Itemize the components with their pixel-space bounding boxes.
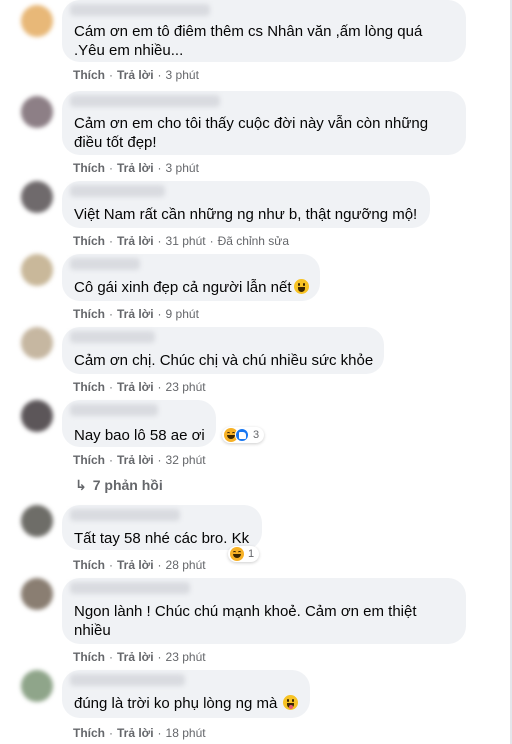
comment-bubble: Việt Nam rất cần những ng như b, thật ng… (62, 181, 430, 228)
like-link[interactable]: Thích (73, 726, 105, 740)
comment-bubble: Nay bao lô 58 ae ơi (62, 400, 216, 447)
like-link[interactable]: Thích (73, 68, 105, 82)
view-replies-link[interactable]: ↳ 7 phản hồi (75, 477, 163, 494)
commenter-name-redacted[interactable] (70, 258, 140, 270)
comment-text: Tất tay 58 nhé các bro. Kk (74, 530, 250, 547)
comment-bubble: Cô gái xinh đẹp cả người lẫn nết (62, 254, 320, 301)
like-link[interactable]: Thích (73, 161, 105, 175)
reply-link[interactable]: Trả lời (117, 68, 154, 82)
grinning-emoji-icon (293, 279, 309, 294)
avatar[interactable] (21, 400, 53, 432)
comment-timestamp[interactable]: 18 phút (166, 726, 206, 740)
comment-text-content: Cô gái xinh đẹp cả người lẫn nết (74, 279, 292, 296)
reply-link[interactable]: Trả lời (117, 307, 154, 321)
commenter-name-redacted[interactable] (70, 95, 220, 107)
comment-bubble: Cảm ơn chị. Chúc chị và chú nhiều sức kh… (62, 327, 384, 374)
avatar[interactable] (21, 254, 53, 286)
comment-actions: Thích · Trả lời · 31 phút · Đã chỉnh sửa (73, 234, 289, 248)
comment-bubble: Cám ơn em tô điêm thêm cs Nhân văn ,ấm l… (62, 0, 466, 62)
avatar[interactable] (21, 181, 53, 213)
reply-link[interactable]: Trả lời (117, 161, 154, 175)
reaction-summary[interactable]: 3 (222, 427, 265, 443)
comment-feed: Cám ơn em tô điêm thêm cs Nhân văn ,ấm l… (0, 0, 512, 744)
avatar[interactable] (21, 505, 53, 537)
reply-link[interactable]: Trả lời (117, 726, 154, 740)
avatar[interactable] (21, 327, 53, 359)
comment-timestamp[interactable]: 23 phút (166, 380, 206, 394)
comment-text: Cảm ơn em cho tôi thấy cuộc đời này vẫn … (74, 115, 429, 151)
comment-actions: Thích · Trả lời · 3 phút (73, 68, 199, 82)
comment-text: đúng là trời ko phụ lòng ng mà (74, 694, 299, 713)
comment-text: Cám ơn em tô điêm thêm cs Nhân văn ,ấm l… (74, 23, 423, 59)
avatar[interactable] (21, 578, 53, 610)
comment-timestamp[interactable]: 3 phút (166, 161, 199, 175)
comment-text: Ngon lành ! Chúc chú mạnh khoẻ. Cảm ơn e… (74, 603, 417, 639)
like-link[interactable]: Thích (73, 453, 105, 467)
comment-actions: Thích · Trả lời · 18 phút (73, 726, 206, 740)
like-link[interactable]: Thích (73, 650, 105, 664)
comment-timestamp[interactable]: 32 phút (166, 453, 206, 467)
reaction-summary[interactable]: 1 (228, 546, 260, 562)
comment-text-content: đúng là trời ko phụ lòng ng mà (74, 695, 278, 712)
comment-actions: Thích · Trả lời · 32 phút (73, 453, 206, 467)
comment-actions: Thích · Trả lời · 3 phút (73, 161, 199, 175)
like-link[interactable]: Thích (73, 558, 105, 572)
comment-actions: Thích · Trả lời · 28 phút (73, 558, 206, 572)
comment-actions: Thích · Trả lời · 23 phút (73, 380, 206, 394)
comment-actions: Thích · Trả lời · 23 phút (73, 650, 206, 664)
commenter-name-redacted[interactable] (70, 509, 180, 521)
reaction-count: 3 (253, 429, 260, 441)
comment-timestamp[interactable]: 9 phút (166, 307, 199, 321)
edited-label[interactable]: Đã chỉnh sửa (218, 234, 289, 248)
reaction-count: 1 (248, 548, 255, 560)
like-link[interactable]: Thích (73, 307, 105, 321)
comment-timestamp[interactable]: 3 phút (166, 68, 199, 82)
comment-text: Việt Nam rất cần những ng như b, thật ng… (74, 206, 418, 223)
comment-timestamp[interactable]: 31 phút (166, 234, 206, 248)
commenter-name-redacted[interactable] (70, 4, 210, 16)
comment-bubble: Cảm ơn em cho tôi thấy cuộc đời này vẫn … (62, 91, 466, 155)
reply-link[interactable]: Trả lời (117, 558, 154, 572)
like-link[interactable]: Thích (73, 234, 105, 248)
commenter-name-redacted[interactable] (70, 674, 185, 686)
comment-bubble: Tất tay 58 nhé các bro. Kk (62, 505, 262, 550)
haha-reaction-icon (230, 547, 244, 561)
replies-label[interactable]: 7 phản hồi (93, 477, 163, 493)
avatar[interactable] (21, 670, 53, 702)
comment-timestamp[interactable]: 23 phút (166, 650, 206, 664)
comment-text: Cảm ơn chị. Chúc chị và chú nhiều sức kh… (74, 352, 374, 369)
commenter-name-redacted[interactable] (70, 331, 155, 343)
reply-link[interactable]: Trả lời (117, 234, 154, 248)
avatar[interactable] (21, 96, 53, 128)
comment-text: Cô gái xinh đẹp cả người lẫn nết (74, 278, 309, 297)
reply-link[interactable]: Trả lời (117, 650, 154, 664)
comment-bubble: Ngon lành ! Chúc chú mạnh khoẻ. Cảm ơn e… (62, 578, 466, 644)
comment-bubble: đúng là trời ko phụ lòng ng mà (62, 670, 310, 718)
commenter-name-redacted[interactable] (70, 185, 165, 197)
reply-link[interactable]: Trả lời (117, 380, 154, 394)
commenter-name-redacted[interactable] (70, 582, 190, 594)
avatar[interactable] (21, 5, 53, 37)
comment-text: Nay bao lô 58 ae ơi (74, 427, 205, 444)
commenter-name-redacted[interactable] (70, 404, 158, 416)
comment-actions: Thích · Trả lời · 9 phút (73, 307, 199, 321)
tongue-emoji-icon (283, 695, 299, 710)
like-reaction-icon (235, 428, 249, 442)
reply-link[interactable]: Trả lời (117, 453, 154, 467)
reply-arrow-icon: ↳ (75, 477, 87, 493)
like-link[interactable]: Thích (73, 380, 105, 394)
comment-timestamp[interactable]: 28 phút (166, 558, 206, 572)
